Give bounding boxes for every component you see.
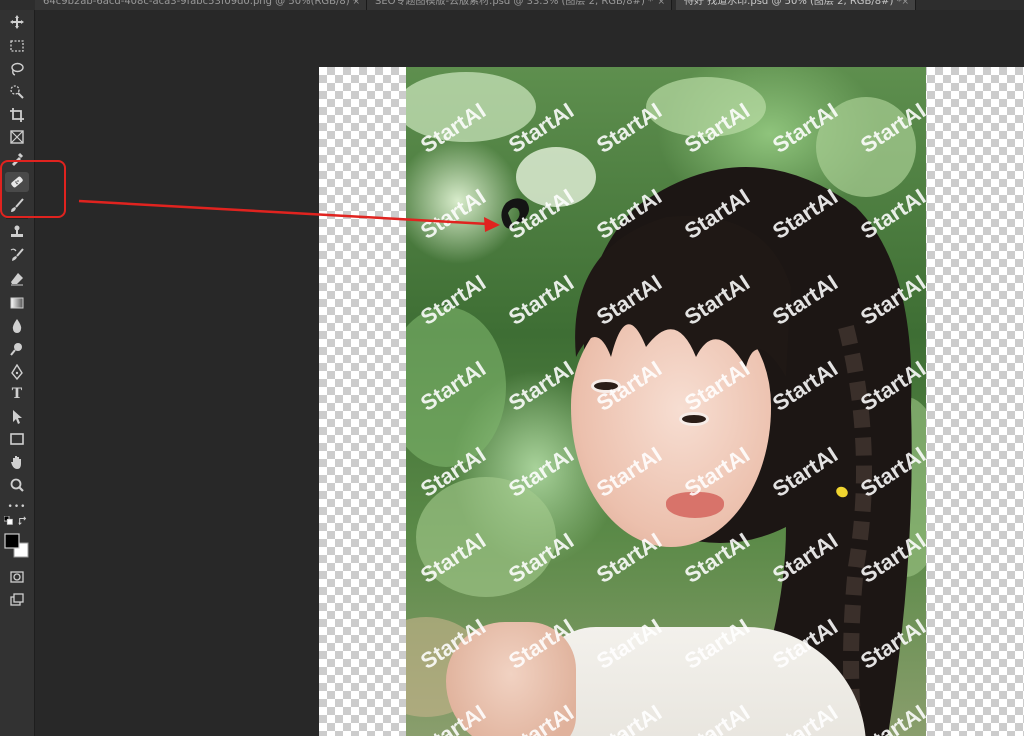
blur-icon bbox=[12, 319, 22, 333]
crop-icon bbox=[10, 108, 24, 122]
frame-icon bbox=[10, 130, 24, 144]
blur-tool[interactable] bbox=[5, 316, 29, 336]
lasso-icon bbox=[11, 62, 24, 76]
close-icon[interactable]: × bbox=[657, 0, 665, 7]
path-selection-tool[interactable] bbox=[5, 407, 29, 427]
move-icon bbox=[10, 15, 24, 29]
photo-layer[interactable]: StartAI StartAI StartAI StartAI StartAI Start… bbox=[406, 67, 926, 736]
type-tool[interactable]: T bbox=[5, 384, 29, 404]
hand-tool[interactable] bbox=[5, 452, 29, 472]
rectangle-shape-icon bbox=[10, 433, 24, 445]
left-eye bbox=[591, 379, 621, 393]
default-colors-button[interactable] bbox=[3, 515, 15, 527]
more-tools-button[interactable]: ••• bbox=[5, 497, 29, 517]
zoom-tool[interactable] bbox=[5, 475, 29, 495]
pen-tool[interactable] bbox=[5, 362, 29, 382]
highlight-callout-box bbox=[0, 160, 66, 218]
zoom-icon bbox=[10, 478, 24, 492]
foreground-background-color-picker[interactable] bbox=[3, 532, 31, 560]
default-colors-icon bbox=[4, 516, 13, 525]
document-tab-1-label: 64c9b2ab-6acd-408c-aca3-9fabc53f09d0.png… bbox=[43, 0, 358, 7]
type-icon: T bbox=[11, 386, 23, 402]
clone-stamp-icon bbox=[11, 225, 23, 237]
pen-icon bbox=[11, 364, 23, 380]
quick-mask-button[interactable] bbox=[5, 567, 29, 587]
rectangular-marquee-tool[interactable] bbox=[5, 36, 29, 56]
hand bbox=[446, 622, 576, 736]
screen-mode-button[interactable] bbox=[5, 590, 29, 610]
history-brush-icon bbox=[10, 248, 24, 261]
lasso-tool[interactable] bbox=[5, 59, 29, 79]
close-icon[interactable]: × bbox=[901, 0, 909, 7]
history-brush-tool[interactable] bbox=[5, 245, 29, 265]
move-tool[interactable] bbox=[5, 12, 29, 32]
swap-colors-button[interactable] bbox=[17, 515, 29, 527]
dodge-tool[interactable] bbox=[5, 339, 29, 359]
rectangular-marquee-icon bbox=[10, 40, 24, 52]
swap-colors-icon bbox=[18, 516, 27, 526]
quick-mask-icon bbox=[10, 571, 24, 583]
screen-mode-icon bbox=[10, 593, 24, 606]
quick-selection-tool[interactable] bbox=[5, 82, 29, 102]
gradient-tool[interactable] bbox=[5, 293, 29, 313]
document-tab-2[interactable]: SEO专题图模版-去版素材.psd @ 33.3% (图层 2, RGB/8#)… bbox=[367, 0, 672, 10]
tools-panel: T ••• bbox=[0, 10, 35, 736]
quick-selection-icon bbox=[10, 85, 24, 99]
foreground-background-color-icon bbox=[4, 533, 29, 558]
document-tab-bar: 64c9b2ab-6acd-408c-aca3-9fabc53f09d0.png… bbox=[0, 0, 1024, 10]
lips bbox=[666, 492, 724, 518]
more-tools-icon: ••• bbox=[7, 501, 27, 512]
bangs bbox=[575, 215, 791, 377]
eraser-icon bbox=[11, 273, 23, 286]
crop-tool[interactable] bbox=[5, 105, 29, 125]
close-icon[interactable]: × bbox=[352, 0, 360, 7]
document-tab-2-label: SEO专题图模版-去版素材.psd @ 33.3% (图层 2, RGB/8#)… bbox=[375, 0, 654, 7]
rectangle-shape-tool[interactable] bbox=[5, 429, 29, 449]
document-canvas[interactable]: StartAI StartAI StartAI StartAI StartAI Start… bbox=[319, 67, 1024, 736]
frame-tool[interactable] bbox=[5, 127, 29, 147]
eraser-tool[interactable] bbox=[5, 269, 29, 289]
hand-icon bbox=[11, 456, 21, 469]
path-selection-icon bbox=[13, 410, 22, 424]
healing-brush-stroke bbox=[501, 198, 529, 229]
clone-stamp-tool[interactable] bbox=[5, 222, 29, 242]
gradient-icon bbox=[10, 297, 24, 309]
document-tab-3[interactable]: 待好 找道水印.psd @ 50% (图层 2, RGB/8#) * × bbox=[676, 0, 916, 10]
right-eye bbox=[679, 412, 709, 426]
dodge-icon bbox=[10, 343, 22, 356]
document-tab-1[interactable]: 64c9b2ab-6acd-408c-aca3-9fabc53f09d0.png… bbox=[35, 0, 367, 10]
toolbar-divider bbox=[6, 218, 28, 219]
document-tab-3-label: 待好 找道水印.psd @ 50% (图层 2, RGB/8#) * bbox=[684, 0, 902, 7]
